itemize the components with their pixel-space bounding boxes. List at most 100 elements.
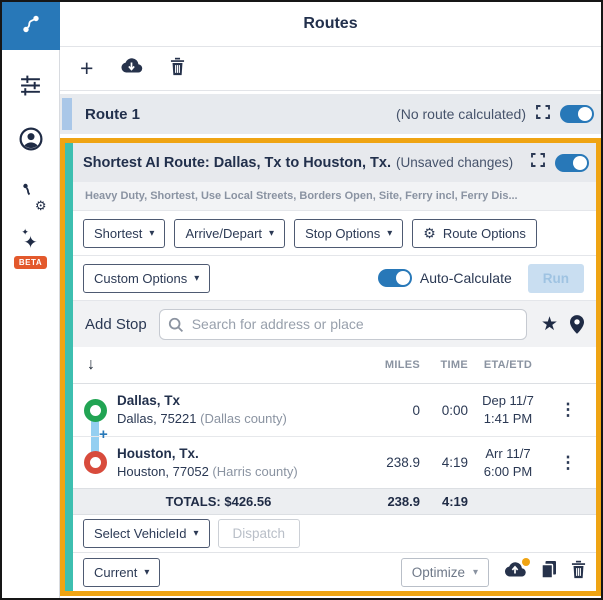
stop-time: 4:19 [441, 455, 468, 470]
auto-calculate-toggle[interactable] [377, 269, 412, 287]
trash-icon [571, 560, 586, 584]
import-routes-button[interactable] [120, 57, 143, 80]
expand-icon[interactable] [531, 153, 545, 172]
routes-panel: Routes + Route 1 (No route calculated) S… [60, 2, 601, 598]
card-footer: Current ▾ Optimize ▾ [73, 552, 596, 591]
trash-icon [170, 57, 185, 81]
search-icon [168, 317, 183, 332]
beta-badge: BETA [13, 256, 48, 269]
add-stop-row: Add Stop ★ [73, 301, 596, 347]
copy-icon [541, 560, 557, 584]
stop-name: Houston, Tx. [117, 445, 199, 461]
plus-icon: + [80, 55, 94, 81]
favorites-star-icon[interactable]: ★ [541, 315, 558, 334]
route-icon [19, 12, 43, 41]
route-enabled-toggle[interactable] [555, 153, 589, 172]
route-options-button[interactable]: ⚙ Route Options [412, 218, 537, 248]
sidebar-item-account[interactable] [18, 127, 44, 156]
sidebar-item-routes[interactable] [2, 2, 60, 50]
panel-header: Routes [60, 2, 601, 47]
totals-miles: 238.9 [387, 494, 420, 509]
chevron-down-icon: ▾ [194, 272, 200, 284]
insert-stop-plus-icon[interactable]: + [99, 427, 108, 442]
stop-county: (Harris county) [212, 463, 298, 479]
arrive-depart-dropdown[interactable]: Arrive/Depart ▾ [174, 218, 286, 248]
sidebar-item-ai-beta[interactable]: ✦ ✦ BETA [13, 227, 48, 269]
add-stop-label: Add Stop [85, 315, 147, 333]
sidebar-item-route-options[interactable]: ⚙ [18, 182, 47, 212]
stops-table-header: ↓ MILES TIME ETA/ETD [73, 347, 596, 384]
delete-route-button[interactable] [170, 57, 185, 81]
stop-address: Dallas, 75221 (Dallas county) [117, 411, 287, 427]
options-summary-row: Heavy Duty, Shortest, Use Local Streets,… [73, 182, 596, 211]
active-route-title: Shortest AI Route: Dallas, Tx to Houston… [83, 154, 392, 171]
gear-icon: ⚙ [34, 198, 47, 213]
route-accent-bar [62, 98, 72, 130]
totals-time: 4:19 [441, 494, 468, 509]
custom-options-dropdown[interactable]: Custom Options ▾ [83, 263, 211, 293]
chevron-down-icon: ▾ [144, 566, 150, 578]
icon-sidebar: ⚙ ✦ ✦ BETA [2, 2, 60, 598]
route-option-buttons-row: Shortest ▾ Arrive/Depart ▾ Stop Options … [73, 211, 596, 256]
route-title: Route 1 [85, 105, 141, 123]
active-route-accent-bar [65, 143, 73, 591]
stop-row-destination[interactable]: + Houston, Tx. Houston, 77052 (Harris co… [73, 427, 596, 488]
save-to-cloud-button[interactable] [503, 557, 530, 584]
stop-row-origin[interactable]: Dallas, Tx Dallas, 75221 (Dallas county)… [73, 384, 596, 436]
gear-icon: ⚙ [423, 225, 436, 241]
column-header-eta: ETA/ETD [483, 359, 533, 371]
column-header-miles: MILES [384, 359, 420, 371]
person-icon [19, 127, 43, 156]
sidebar-item-settings[interactable] [18, 74, 44, 100]
stop-menu-kebab-icon[interactable]: ⋮ [560, 400, 577, 419]
totals-row: TOTALS: $426.56 238.9 4:19 [73, 488, 596, 515]
stops-list: Dallas, Tx Dallas, 75221 (Dallas county)… [73, 384, 596, 488]
stop-menu-kebab-icon[interactable]: ⋮ [560, 453, 577, 472]
search-input[interactable] [158, 308, 527, 340]
duplicate-route-button[interactable] [541, 560, 557, 584]
stop-eta: Arr 11/7 6:00 PM [483, 445, 533, 479]
pick-on-map-pin-icon[interactable] [570, 314, 584, 334]
route-row-inactive[interactable]: Route 1 (No route calculated) [60, 94, 601, 134]
stop-name: Dallas, Tx [117, 393, 181, 409]
origin-marker-icon [83, 398, 107, 422]
unsaved-indicator-dot [522, 557, 530, 566]
sparkle-icon: ✦ ✦ [21, 227, 38, 252]
routes-toolbar: + [60, 47, 601, 91]
optimize-dropdown[interactable]: Optimize ▾ [400, 557, 489, 587]
stop-options-dropdown[interactable]: Stop Options ▾ [294, 218, 404, 248]
add-route-button[interactable]: + [80, 57, 93, 80]
run-button[interactable]: Run [527, 263, 584, 293]
auto-calculate-label: Auto-Calculate [419, 270, 512, 286]
chevron-down-icon: ▾ [387, 227, 393, 239]
stop-miles: 0 [412, 402, 420, 418]
stop-miles: 238.9 [386, 455, 420, 470]
stop-time: 0:00 [441, 402, 468, 418]
delete-route-button[interactable] [571, 560, 586, 584]
dispatch-button[interactable]: Dispatch [217, 519, 301, 548]
sliders-icon [19, 73, 42, 101]
chevron-down-icon: ▾ [149, 227, 155, 239]
stop-address: Houston, 77052 (Harris county) [117, 463, 298, 479]
chevron-down-icon: ▾ [193, 528, 199, 539]
route-enabled-toggle[interactable] [560, 105, 594, 123]
chevron-down-icon: ▾ [472, 566, 478, 578]
custom-options-row: Custom Options ▾ Auto-Calculate Run [73, 256, 596, 301]
column-header-time: TIME [440, 359, 468, 371]
expand-icon[interactable] [536, 104, 550, 124]
current-dropdown[interactable]: Current ▾ [83, 557, 161, 587]
route-status: (No route calculated) [396, 106, 526, 122]
options-summary: Heavy Duty, Shortest, Use Local Streets,… [85, 190, 518, 202]
page-title: Routes [303, 15, 358, 32]
shortest-dropdown[interactable]: Shortest ▾ [83, 218, 166, 248]
app-window: ⚙ ✦ ✦ BETA Routes + Route 1 (No route ca… [0, 0, 603, 600]
active-route-header[interactable]: Shortest AI Route: Dallas, Tx to Houston… [73, 143, 596, 182]
active-route-card: Shortest AI Route: Dallas, Tx to Houston… [60, 138, 601, 596]
active-route-status: (Unsaved changes) [396, 155, 514, 170]
cloud-download-icon [120, 57, 143, 80]
vehicle-row: Select VehicleId ▾ Dispatch [73, 515, 596, 552]
select-vehicle-dropdown[interactable]: Select VehicleId ▾ [83, 519, 210, 548]
stop-eta: Dep 11/7 1:41 PM [482, 393, 534, 426]
sort-down-arrow-icon[interactable]: ↓ [73, 356, 95, 373]
chevron-down-icon: ▾ [269, 227, 275, 239]
